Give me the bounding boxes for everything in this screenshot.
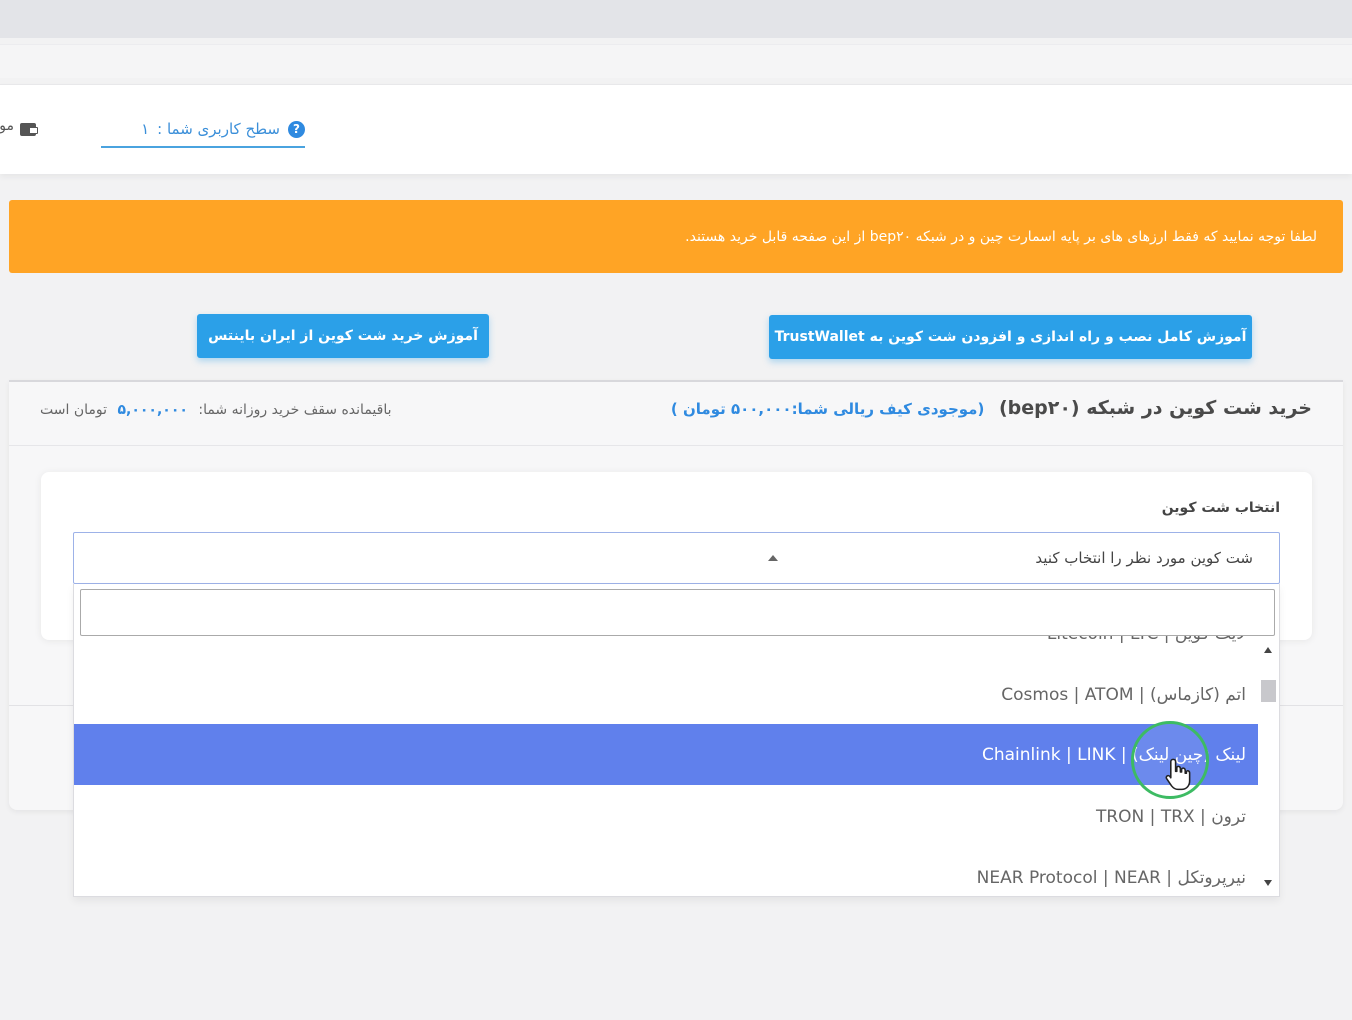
alert-text: لطفا توجه نمایید که فقط ارزهای های بر پا… [685,228,1317,245]
user-level-label: سطح کاربری شما : [157,120,280,138]
scroll-down-arrow-icon[interactable] [1264,880,1272,886]
panel-title: خرید شت کوین در شبکه (bep۲۰) (موجودی کیف… [671,397,1312,419]
daily-limit: باقیمانده سقف خرید روزانه شما: ۵,۰۰۰,۰۰۰… [40,402,392,418]
coin-option[interactable]: لینک (چین لینک) | Chainlink | LINK [74,724,1258,785]
warning-alert: لطفا توجه نمایید که فقط ارزهای های بر پا… [9,200,1343,273]
wallet-balance: (موجودی کیف ریالی شما:۵۰۰,۰۰۰ تومان ) [670,400,985,418]
user-level-link[interactable]: ? سطح کاربری شما : ۱ [101,112,305,148]
daily-limit-amount: ۵,۰۰۰,۰۰۰ [117,402,188,418]
coin-option[interactable]: ترون | TRON | TRX [74,786,1258,847]
panel-title-text: خرید شت کوین در شبکه (bep۲۰) [998,397,1312,419]
select-label: انتخاب شت کوین [1161,500,1280,516]
scrollbar-thumb[interactable] [1261,680,1276,702]
coin-search-input[interactable] [80,589,1275,636]
help-icon: ? [288,120,305,138]
coin-dropdown: لایت کوین | Litecoin | LTCاتم (کازماس) |… [73,584,1280,897]
coin-option-label: اتم (کازماس) | Cosmos | ATOM [1001,684,1246,705]
coin-option[interactable]: اتم (کازماس) | Cosmos | ATOM [74,664,1258,725]
coin-option-label: نیرپروتکل | NEAR Protocol | NEAR [976,867,1246,888]
top-bar [0,44,1352,78]
scroll-up-arrow-icon[interactable] [1264,647,1272,653]
page-root: موجودی ? سطح کاربری شما : ۱ لطفا توجه نم… [0,0,1352,1020]
coin-select-placeholder: شت کوین مورد نظر را انتخاب کنید [1035,549,1253,567]
panel-divider [9,445,1343,446]
dropdown-scrollbar[interactable] [1258,636,1279,896]
wallet-link[interactable]: موجودی [0,118,38,140]
coin-options-list: لایت کوین | Litecoin | LTCاتم (کازماس) |… [74,620,1258,896]
trustwallet-tutorial-button[interactable]: آموزش کامل نصب و راه اندازی و افزودن شت … [769,315,1252,359]
user-level-value: ۱ [141,120,150,138]
daily-limit-label: باقیمانده سقف خرید روزانه شما: [198,402,392,418]
browser-top-strip [0,0,1352,38]
coin-option-label: ترون | TRON | TRX [1095,806,1246,827]
coin-select[interactable]: شت کوین مورد نظر را انتخاب کنید [73,532,1280,584]
hand-pointer-cursor-icon [1165,758,1191,791]
binance-tutorial-button[interactable]: آموزش خرید شت کوین از ایران باینتس [197,314,489,358]
daily-limit-unit: تومان است [40,402,107,418]
chevron-up-icon[interactable] [768,555,778,561]
coin-option[interactable]: نیرپروتکل | NEAR Protocol | NEAR [74,847,1258,896]
wallet-icon [20,122,38,136]
wallet-label: موجودی [0,118,14,134]
